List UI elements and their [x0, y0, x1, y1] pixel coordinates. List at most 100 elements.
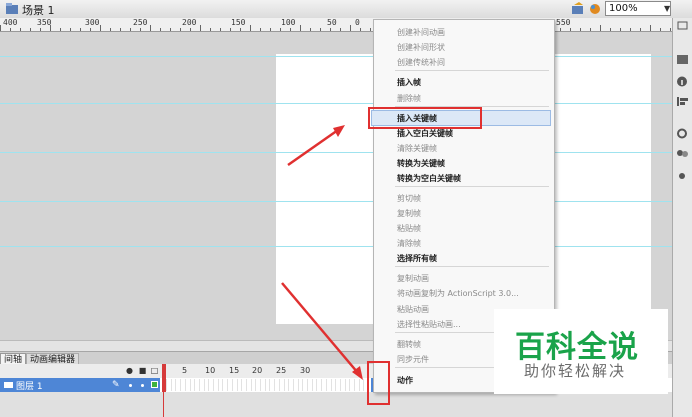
ruler-tick [40, 28, 41, 31]
ruler-tick [340, 28, 341, 31]
ruler-tick [610, 28, 611, 31]
annotation-box-menu [368, 107, 482, 129]
ruler-tick [670, 28, 671, 31]
ruler-tick [280, 28, 281, 31]
frame-number: 20 [252, 366, 263, 375]
ruler-tick [90, 28, 91, 31]
stage-area[interactable] [0, 32, 672, 340]
zoom-select[interactable]: 100% [605, 1, 671, 16]
ruler-tick [70, 28, 71, 31]
menu-item[interactable]: 插入帧 [397, 77, 421, 88]
edit-scene-icon[interactable] [571, 2, 585, 15]
scene-label[interactable]: 场景 1 [22, 2, 55, 18]
lock-dot[interactable] [141, 384, 144, 387]
menu-item: 删除帧 [397, 94, 421, 103]
layer-name[interactable]: 图层 1 [16, 379, 43, 392]
ruler-tick [350, 25, 351, 31]
ruler-tick [270, 28, 271, 31]
ruler-tick [630, 28, 631, 31]
ruler-tick [260, 28, 261, 31]
ruler-label: 50 [327, 18, 337, 27]
ruler-label: 300 [85, 18, 100, 27]
ruler-tick [80, 28, 81, 31]
menu-item: 同步元件 [397, 355, 429, 364]
menu-item: 粘贴动画 [397, 305, 429, 314]
outline-icon[interactable]: □ [150, 366, 159, 375]
ruler-label: 250 [133, 18, 148, 27]
color-icon[interactable] [676, 148, 689, 159]
ruler-tick [60, 28, 61, 31]
eye-icon[interactable]: ● [125, 366, 134, 375]
menu-item[interactable]: 动作 [397, 375, 413, 386]
ruler-tick [0, 25, 1, 31]
menu-item: 创建传统补间 [397, 58, 445, 67]
ruler-tick [640, 28, 641, 31]
edit-symbol-icon[interactable] [588, 2, 602, 15]
menu-item: 将动画复制为 ActionScript 3.0... [397, 289, 519, 298]
menu-item: 翻转帧 [397, 340, 421, 349]
frame-number: 10 [205, 366, 216, 375]
ruler-tick [600, 25, 601, 31]
menu-item: 创建补间形状 [397, 43, 445, 52]
ruler-tick [290, 28, 291, 31]
timeline-footer [0, 392, 672, 417]
ruler-tick [320, 28, 321, 31]
ruler-tick [150, 25, 151, 31]
align-icon[interactable] [676, 96, 689, 107]
menu-item[interactable]: 转换为关键帧 [397, 158, 445, 169]
ruler-tick [20, 28, 21, 31]
frame-number: 30 [300, 366, 311, 375]
menu-item: 选择性粘贴动画... [397, 320, 461, 329]
guide-line [0, 246, 672, 247]
ruler-label: 400 [3, 18, 18, 27]
chevron-down-icon[interactable]: ▼ [664, 4, 670, 13]
ruler-tick [590, 28, 591, 31]
guide-line [0, 103, 672, 104]
lock-icon[interactable]: ■ [138, 366, 147, 375]
ruler-label: 550 [556, 18, 571, 27]
ruler-tick [560, 28, 561, 31]
info-icon[interactable] [676, 76, 689, 87]
ruler-tick [110, 28, 111, 31]
visibility-dot[interactable] [129, 384, 132, 387]
menu-item[interactable]: 转换为空白关键帧 [397, 173, 461, 184]
menu-separator [395, 266, 549, 267]
menu-item: 复制动画 [397, 274, 429, 283]
menu-item: 清除帧 [397, 239, 421, 248]
ruler-tick [230, 28, 231, 31]
frame-number: 15 [229, 366, 240, 375]
swatches-icon[interactable] [676, 170, 689, 181]
guide-line [0, 201, 672, 202]
ruler-label: 100 [281, 18, 296, 27]
ruler-tick [240, 28, 241, 31]
menu-item: 清除关键帧 [397, 144, 437, 153]
layer-color-swatch[interactable] [151, 381, 158, 388]
frame-number: 25 [276, 366, 287, 375]
ruler-tick [620, 28, 621, 31]
ruler-tick [200, 25, 201, 31]
ruler-tick [190, 28, 191, 31]
menu-item[interactable]: 插入空白关键帧 [397, 128, 453, 139]
right-toolbar [672, 18, 692, 417]
ruler-tick [170, 28, 171, 31]
transform-icon[interactable] [676, 128, 689, 139]
ruler-tick [250, 25, 251, 31]
menu-item: 复制帧 [397, 209, 421, 218]
menu-item[interactable]: 选择所有帧 [397, 253, 437, 264]
properties-icon[interactable] [676, 54, 689, 65]
watermark-subtitle: 助你轻松解决 [524, 362, 627, 380]
scene-icon [6, 3, 18, 14]
ruler-tick [140, 28, 141, 31]
menu-item: 剪切帧 [397, 194, 421, 203]
ruler-label: 200 [182, 18, 197, 27]
frame-number: 5 [182, 366, 188, 375]
ruler-tick [100, 25, 101, 31]
ruler-tick [570, 28, 571, 31]
menu-separator [395, 186, 549, 187]
layer-icon [4, 382, 13, 388]
ruler-tick [130, 28, 131, 31]
pencil-icon: ✎ [112, 380, 120, 390]
ruler-tick [30, 28, 31, 31]
pin-icon[interactable] [676, 20, 689, 31]
menu-item: 创建补间动画 [397, 28, 445, 37]
